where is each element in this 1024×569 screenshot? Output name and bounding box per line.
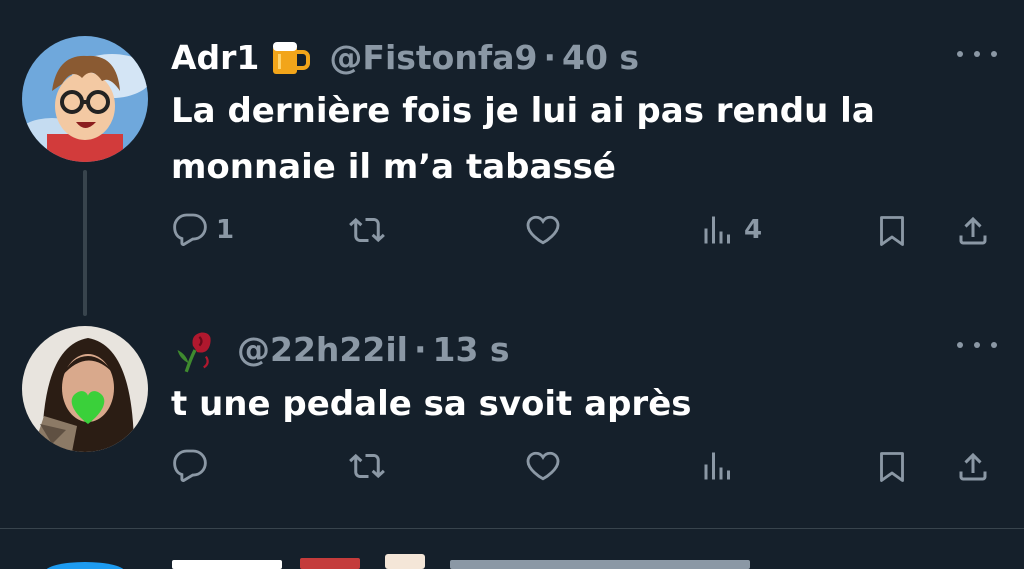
tweet-text: t une pedale sa svoit après [171, 376, 971, 432]
reply-icon [173, 213, 207, 246]
views-icon [704, 452, 730, 480]
tweet-text-line: monnaie il m’a tabassé [171, 147, 616, 187]
more-options-icon[interactable] [957, 337, 997, 353]
share-icon [959, 216, 987, 245]
wilted-rose-icon [171, 326, 219, 374]
views-button[interactable] [700, 448, 744, 484]
tweet-text: La dernière fois je lui ai pas rendu la … [171, 83, 971, 195]
share-icon [959, 452, 987, 481]
tweet-text-line: t une pedale sa svoit après [171, 384, 692, 424]
bookmark-icon [880, 452, 904, 482]
display-name[interactable]: Adr1 [171, 38, 259, 78]
timestamp[interactable]: 13 s [433, 330, 510, 370]
tweet-text-line: La dernière fois je lui ai pas rendu la [171, 91, 875, 131]
timestamp[interactable]: 40 s [562, 38, 639, 78]
bookmark-button[interactable] [874, 212, 910, 250]
reply-icon [173, 449, 207, 482]
action-bar [0, 448, 1024, 498]
like-button[interactable] [523, 212, 571, 248]
more-options-icon[interactable] [957, 46, 997, 62]
separator: · [543, 38, 556, 77]
reply-button[interactable]: 1 [172, 212, 234, 248]
beer-mug-icon [267, 36, 311, 80]
tweet-header: Adr1 @Fistonfa9 · 40 s [171, 36, 639, 80]
avatar[interactable] [22, 36, 148, 162]
retweet-button[interactable] [345, 448, 397, 484]
next-tweet-peek[interactable] [0, 550, 1024, 569]
tweet-divider [0, 528, 1024, 529]
views-icon [704, 216, 730, 244]
heart-icon [526, 215, 560, 245]
handle[interactable]: @22h22il [237, 330, 408, 370]
handle[interactable]: @Fistonfa9 [329, 38, 537, 78]
share-button[interactable] [955, 212, 991, 250]
share-button[interactable] [955, 448, 991, 486]
reply-count: 1 [216, 215, 235, 245]
retweet-button[interactable] [345, 212, 397, 248]
bookmark-button[interactable] [874, 448, 910, 486]
like-button[interactable] [523, 448, 571, 484]
separator: · [413, 330, 427, 369]
action-bar: 1 4 [0, 212, 1024, 262]
tweet-header: @22h22il · 13 s [171, 326, 510, 374]
bookmark-icon [880, 216, 904, 246]
heart-icon [526, 451, 560, 481]
retweet-icon [349, 217, 385, 243]
views-button[interactable]: 4 [700, 212, 762, 248]
reply-button[interactable] [172, 448, 216, 484]
avatar[interactable] [22, 326, 148, 452]
retweet-icon [349, 453, 385, 479]
view-count: 4 [744, 215, 763, 245]
